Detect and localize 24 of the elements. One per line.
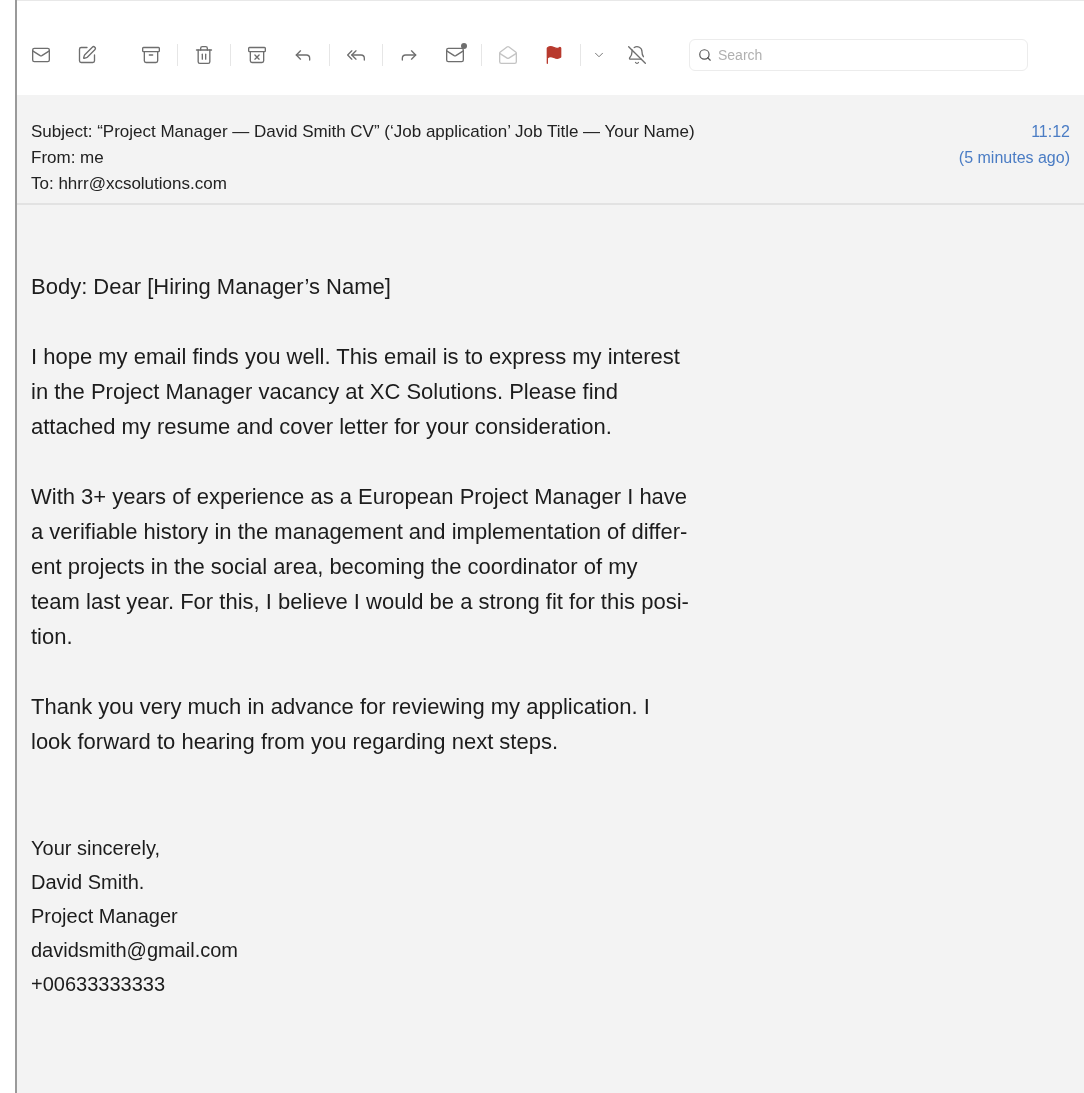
- message-time: 11:12: [1031, 122, 1070, 142]
- junk-icon: [247, 45, 267, 65]
- compose-icon: [77, 45, 97, 65]
- relative-time: (5 minutes ago): [958, 148, 1070, 168]
- search-field[interactable]: Search: [689, 39, 1028, 71]
- signature-line: +00633333333: [31, 972, 166, 997]
- body-paragraph: With 3+ years of experience as a European Project Manager I have a verifiable history in the management and implementation of differ- ent projects in the social area, becoming the coordinator of my team last year. For this, I believe I would be a strong fit for this posi- tion.: [31, 483, 689, 651]
- signature-line: davidsmith@gmail.com: [31, 938, 239, 963]
- body-paragraph: Thank you very much in advance for reviewing my application. I look forward to hearing from you regarding next steps.: [31, 693, 650, 756]
- open-envelope-icon: [498, 45, 518, 65]
- unread-icon: [445, 45, 465, 65]
- body-paragraph: I hope my email finds you well. This email is to express my interest in the Project Manager vacancy at XC Solutions. Please find attached my resume and cover letter for your consideration.: [31, 343, 680, 441]
- subject-line: Subject: “Project Manager — David Smith CV” (‘Job application’ Job Title — Your Name): [31, 121, 695, 143]
- search-icon: [698, 48, 712, 62]
- signature-line: Your sincerely,: [31, 836, 160, 861]
- recipient-line: To: hhrr@xcsolutions.com: [31, 173, 228, 195]
- trash-icon: [194, 45, 214, 65]
- archive-icon: [141, 45, 161, 65]
- envelope-icon: [31, 45, 51, 65]
- sender-line: From: me: [31, 147, 105, 169]
- bell-off-icon: [627, 45, 647, 65]
- signature-line: Project Manager: [31, 904, 178, 929]
- signature-line: David Smith.: [31, 870, 145, 895]
- body-paragraph: Body: Dear [Hiring Manager’s Name]: [31, 273, 391, 301]
